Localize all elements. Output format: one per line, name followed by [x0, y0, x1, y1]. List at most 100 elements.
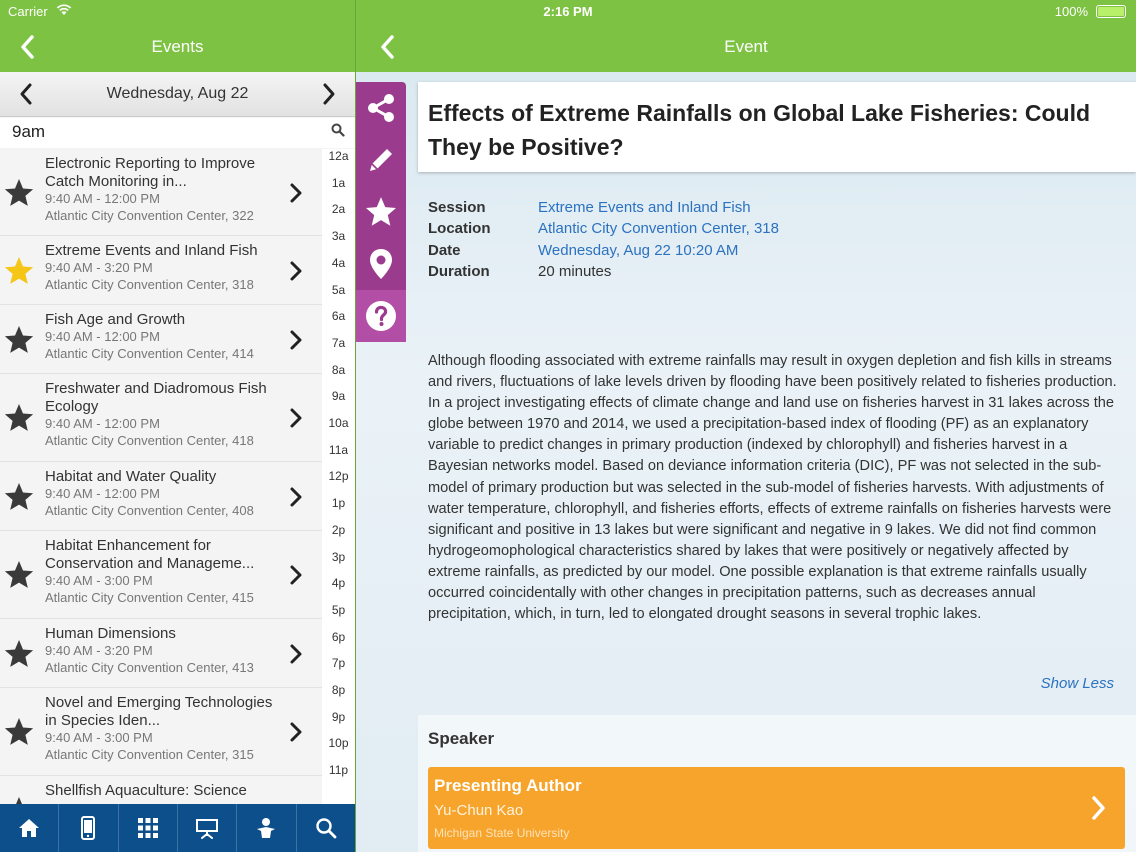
event-list-item[interactable]: Novel and Emerging Technologies in Speci…	[0, 688, 322, 776]
search-icon[interactable]	[331, 123, 345, 137]
speaker-heading: Speaker	[428, 729, 495, 748]
event-location: Atlantic City Convention Center, 322	[45, 208, 254, 223]
share-icon	[368, 94, 394, 122]
chevron-right-icon	[290, 330, 302, 350]
hour-index-label[interactable]: 9p	[322, 710, 355, 724]
info-row-date: Date Wednesday, Aug 22 10:20 AM	[428, 242, 1108, 263]
hour-index[interactable]: 12a 1a 2a 3a 4a 5a 6a 7a 8a 9a 10a 11a 12p 1p 2p 3p 4p 5p…	[322, 149, 355, 804]
star-icon[interactable]	[3, 716, 35, 748]
event-time: 9:40 AM - 12:00 PM	[45, 416, 160, 431]
chevron-right-icon	[1092, 796, 1105, 820]
info-row-duration: Duration 20 minutes	[428, 263, 1108, 284]
tab-home[interactable]	[0, 804, 60, 852]
event-list-item[interactable]: Extreme Events and Inland Fish 9:40 AM - …	[0, 236, 322, 305]
event-title: Freshwater and Diadromous Fish Ecology	[45, 380, 267, 415]
hour-index-label[interactable]: 5a	[322, 283, 355, 297]
event-list-item[interactable]: Habitat Enhancement for Conservation and…	[0, 531, 322, 619]
tab-search[interactable]	[297, 804, 355, 852]
hour-index-label[interactable]: 7p	[322, 656, 355, 670]
hour-index-label[interactable]: 12p	[322, 469, 355, 483]
hour-index-label[interactable]: 1a	[322, 176, 355, 190]
hour-index-label[interactable]: 3a	[322, 229, 355, 243]
hour-index-label[interactable]: 11p	[322, 763, 355, 777]
hour-index-label[interactable]: 6p	[322, 630, 355, 644]
tab-grid[interactable]	[119, 804, 178, 852]
hour-index-label[interactable]: 10a	[322, 416, 355, 430]
hour-index-label[interactable]: 9a	[322, 389, 355, 403]
star-icon[interactable]	[3, 795, 35, 804]
show-less-link[interactable]: Show Less	[1041, 675, 1114, 692]
hour-index-label[interactable]: 4a	[322, 256, 355, 270]
battery-icon	[1096, 5, 1126, 18]
event-list-item[interactable]: Human Dimensions 9:40 AM - 3:20 PM Atlanti…	[0, 619, 322, 688]
event-nav-bar: Event	[356, 24, 1136, 72]
hour-index-label[interactable]: 3p	[322, 550, 355, 564]
status-bar: Carrier 2:16 PM 100%	[0, 0, 1136, 24]
event-location: Atlantic City Convention Center, 408	[45, 503, 254, 518]
chevron-right-icon	[290, 408, 302, 428]
time-section-label: 9am	[12, 122, 46, 141]
event-list-item[interactable]: Fish Age and Growth 9:40 AM - 12:00 PM Atl…	[0, 305, 322, 374]
event-title: Habitat and Water Quality	[45, 468, 217, 485]
starred-icon[interactable]	[3, 255, 35, 287]
star-icon[interactable]	[3, 638, 35, 670]
event-time: 9:40 AM - 12:00 PM	[45, 191, 160, 206]
event-title: Fish Age and Growth	[45, 311, 186, 328]
star-icon[interactable]	[3, 324, 35, 356]
event-location: Atlantic City Convention Center, 318	[45, 277, 254, 292]
star-icon[interactable]	[3, 402, 35, 434]
star-icon[interactable]	[3, 559, 35, 591]
event-time: 9:40 AM - 3:20 PM	[45, 260, 153, 275]
hour-index-label[interactable]: 1p	[322, 496, 355, 510]
event-title: Habitat Enhancement for Conservation and…	[45, 537, 255, 572]
presentation-icon	[196, 819, 219, 839]
map-button[interactable]	[356, 238, 406, 290]
hour-index-label[interactable]: 12a	[322, 149, 355, 163]
event-list-item[interactable]: Electronic Reporting to Improve Catch Mo…	[0, 149, 322, 236]
share-button[interactable]	[356, 82, 406, 134]
info-value[interactable]: Atlantic City Convention Center, 318	[538, 220, 779, 237]
time-section-header: 9am	[0, 118, 355, 148]
nav-title: Event	[724, 37, 768, 56]
chevron-right-icon	[290, 644, 302, 664]
tab-bar	[0, 804, 355, 852]
hour-index-label[interactable]: 8a	[322, 363, 355, 377]
hour-index-label[interactable]: 5p	[322, 603, 355, 617]
hour-index-label[interactable]: 10p	[322, 736, 355, 750]
event-list-item[interactable]: Habitat and Water Quality 9:40 AM - 12:00…	[0, 462, 322, 531]
event-time: 9:40 AM - 3:20 PM	[45, 643, 153, 658]
pencil-icon	[370, 149, 392, 171]
event-list-item[interactable]: Freshwater and Diadromous Fish Ecology 9:…	[0, 374, 322, 462]
star-icon	[365, 197, 397, 226]
help-icon	[366, 301, 396, 331]
presenting-author-card[interactable]: Presenting Author Yu-Chun Kao Michigan S…	[428, 767, 1125, 849]
author-role: Presenting Author	[434, 776, 582, 795]
tab-phone[interactable]	[59, 804, 119, 852]
next-day-button[interactable]	[319, 82, 339, 106]
star-icon[interactable]	[3, 177, 35, 209]
tab-people[interactable]	[237, 804, 297, 852]
note-button[interactable]	[356, 134, 406, 186]
star-icon[interactable]	[3, 481, 35, 513]
hour-index-label[interactable]: 7a	[322, 336, 355, 350]
favorite-button[interactable]	[356, 186, 406, 238]
event-title: Shellfish Aquaculture: Science	[45, 782, 247, 799]
hour-index-label[interactable]: 6a	[322, 309, 355, 323]
hour-index-label[interactable]: 11a	[322, 443, 355, 457]
event-list-item[interactable]: Shellfish Aquaculture: Science	[0, 776, 322, 804]
event-title-card: Effects of Extreme Rainfalls on Global L…	[418, 82, 1136, 172]
help-button[interactable]	[356, 290, 406, 342]
info-value[interactable]: Wednesday, Aug 22 10:20 AM	[538, 242, 738, 259]
hour-index-label[interactable]: 4p	[322, 576, 355, 590]
info-value[interactable]: Extreme Events and Inland Fish	[538, 199, 751, 216]
phone-icon	[81, 816, 96, 840]
nav-title: Events	[151, 37, 204, 56]
hour-index-label[interactable]: 2p	[322, 523, 355, 537]
hour-index-label[interactable]: 8p	[322, 683, 355, 697]
event-title: Extreme Events and Inland Fish	[45, 242, 258, 259]
chevron-right-icon	[290, 183, 302, 203]
hour-index-label[interactable]: 2a	[322, 202, 355, 216]
event-location: Atlantic City Convention Center, 418	[45, 433, 254, 448]
chevron-right-icon	[290, 565, 302, 585]
tab-presentation[interactable]	[178, 804, 238, 852]
